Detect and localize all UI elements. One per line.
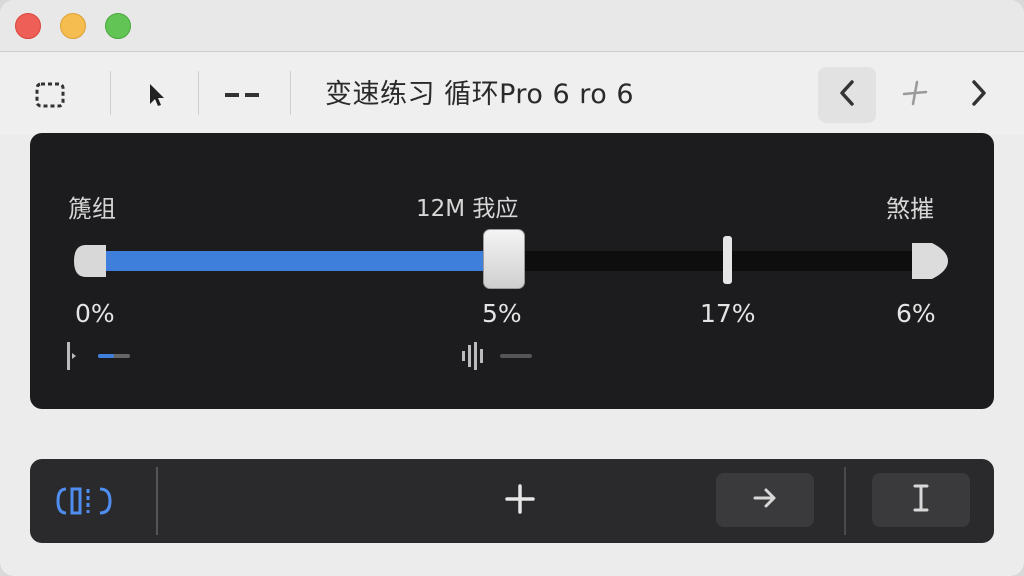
toolbar-divider [110, 71, 111, 115]
app-window: 变速练习 循环Pro 6 ro 6 篪组 12M 我应 煞摧 0% 5% 17%… [0, 0, 1024, 576]
toolbar: 变速练习 循环Pro 6 ro 6 [0, 53, 1024, 135]
slider-label-center: 12M 我应 [416, 196, 519, 222]
arrow-right-icon [750, 484, 780, 517]
zoom-button[interactable] [105, 13, 131, 39]
value-right: 6% [896, 299, 936, 328]
bottom-divider [156, 467, 158, 535]
slider-marker[interactable] [722, 236, 732, 284]
forward-button[interactable] [950, 67, 1008, 123]
minimize-button[interactable] [60, 13, 86, 39]
bottom-control-bar [30, 459, 994, 543]
forward-action-button[interactable] [716, 473, 814, 527]
toolbar-divider [198, 71, 199, 115]
slider-thumb[interactable] [483, 229, 526, 289]
pin-button[interactable] [886, 67, 944, 123]
toolbar-divider [290, 71, 291, 115]
chevron-right-icon [967, 78, 991, 113]
dash-icon[interactable] [222, 75, 262, 115]
slider-fill [80, 251, 505, 271]
loop-bracket-icon[interactable] [54, 481, 114, 521]
value-center: 5% [482, 299, 522, 328]
waveform-icon[interactable] [458, 339, 536, 373]
pin-icon [900, 78, 930, 113]
pointer-arrow-icon[interactable] [140, 75, 172, 115]
toolbar-title: 变速练习 循环Pro 6 ro 6 [325, 79, 635, 110]
slider-start-cap[interactable] [72, 243, 108, 279]
chevron-left-icon [835, 78, 859, 113]
start-marker-icon[interactable] [64, 339, 134, 373]
value-marker: 17% [700, 299, 756, 328]
plus-icon [503, 482, 537, 521]
title-bar [0, 0, 1024, 52]
bottom-divider [844, 467, 846, 535]
speed-slider-panel: 篪组 12M 我应 煞摧 0% 5% 17% 6% [30, 133, 994, 409]
slider-end-cap[interactable] [910, 241, 950, 281]
text-tool-button[interactable] [872, 473, 970, 527]
selection-marquee-icon[interactable] [30, 75, 70, 115]
slider-label-right: 煞摧 [886, 195, 934, 223]
value-left: 0% [75, 299, 115, 328]
text-cursor-icon [909, 482, 933, 519]
back-button[interactable] [818, 67, 876, 123]
slider-label-left: 篪组 [68, 195, 116, 223]
add-button[interactable] [500, 479, 540, 523]
close-button[interactable] [15, 13, 41, 39]
